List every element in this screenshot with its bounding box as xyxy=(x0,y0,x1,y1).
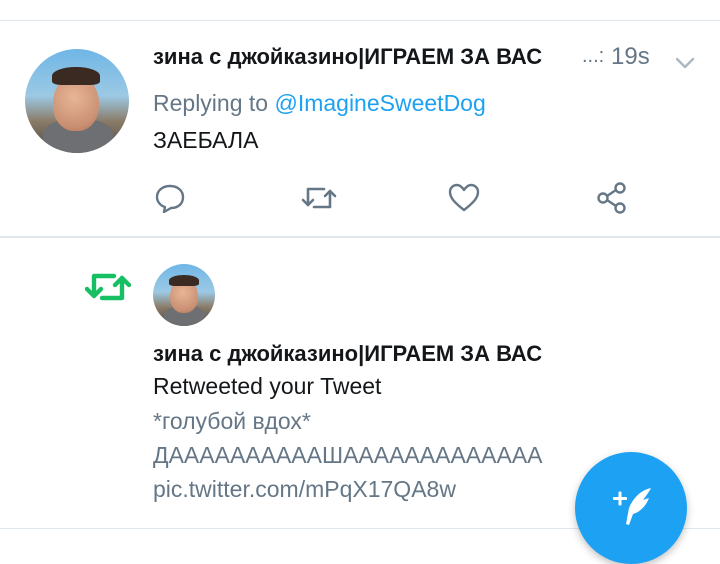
quoted-tweet-line: ДААААААААААШААААААААААААА xyxy=(153,442,543,468)
like-icon[interactable] xyxy=(444,180,484,216)
notification-author-name[interactable]: зина с джойказино|ИГРАЕМ ЗА ВАС xyxy=(153,341,542,367)
retweet-notification-icon xyxy=(82,266,134,308)
divider-middle xyxy=(0,236,720,238)
share-icon[interactable] xyxy=(592,180,632,216)
notification-action-text: Retweeted your Tweet xyxy=(153,373,382,399)
replying-handle-link[interactable]: @ImagineSweetDog xyxy=(274,90,485,116)
avatar[interactable] xyxy=(153,264,215,326)
chevron-down-icon[interactable] xyxy=(672,52,698,74)
replying-to: Replying to @ImagineSweetDog xyxy=(153,90,486,117)
compose-tweet-button[interactable] xyxy=(575,452,687,564)
compose-tweet-icon xyxy=(605,482,657,534)
reply-icon[interactable] xyxy=(150,180,190,216)
name-ellipsis: ...: xyxy=(582,45,605,67)
retweet-icon[interactable] xyxy=(298,180,340,216)
author-name[interactable]: зина с джойказино|ИГРАЕМ ЗА ВАС xyxy=(153,44,579,70)
timestamp[interactable]: 19s xyxy=(611,43,650,71)
avatar[interactable] xyxy=(25,49,129,153)
replying-prefix: Replying to xyxy=(153,90,269,116)
quoted-tweet-link[interactable]: pic.twitter.com/mPqX17QA8w xyxy=(153,476,456,503)
quoted-tweet-line: *голубой вдох* xyxy=(153,408,311,434)
avatar-hair xyxy=(169,275,199,286)
divider-top xyxy=(0,20,720,21)
avatar-hair xyxy=(52,67,100,85)
tweet-text: ЗАЕБАЛА xyxy=(153,127,259,153)
